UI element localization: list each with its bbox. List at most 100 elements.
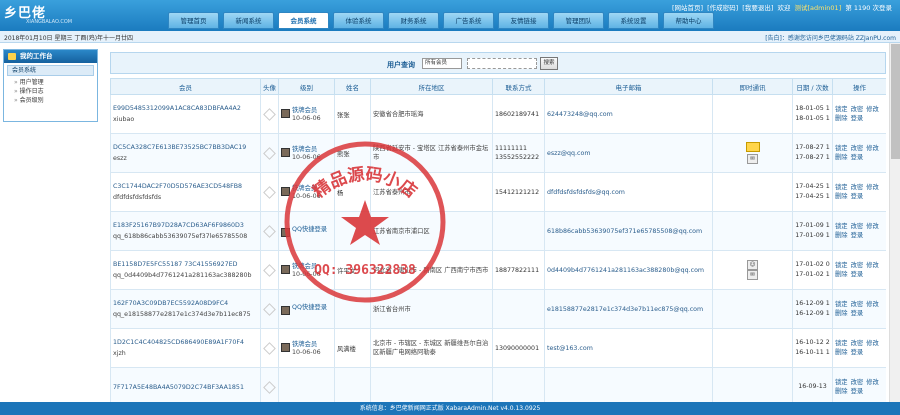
sidebar-item-operation-log[interactable]: 操作日志	[4, 87, 97, 96]
nav-tab-2[interactable]: 会员系统	[278, 12, 329, 29]
realname-cell: 风满楼	[334, 328, 371, 368]
sidebar-item-user-management[interactable]: 用户管理	[4, 78, 97, 87]
region-cell	[370, 367, 493, 402]
op-2[interactable]: 修改	[866, 223, 879, 230]
home-link[interactable]: [网站首页]	[672, 4, 703, 12]
sidebar-group-members[interactable]: 会员系统	[7, 65, 94, 76]
nav-tab-3[interactable]: 体验系统	[333, 12, 384, 29]
email-cell[interactable]: 0d4409b4d7761241a281163ac388280b@qq.com	[544, 250, 713, 290]
op-1[interactable]: 改密	[851, 106, 864, 113]
op-2[interactable]: 修改	[866, 262, 879, 269]
op-3[interactable]: 删除	[835, 193, 848, 200]
op-0[interactable]: 锁定	[835, 340, 848, 347]
op-2[interactable]: 修改	[866, 301, 879, 308]
op-4[interactable]: 登录	[851, 193, 864, 200]
op-0[interactable]: 锁定	[835, 223, 848, 230]
op-1[interactable]: 改密	[851, 223, 864, 230]
avatar-cell	[260, 289, 279, 329]
op-0[interactable]: 锁定	[835, 145, 848, 152]
date-2: 17-04-25	[795, 193, 824, 200]
wangwang-icon[interactable]: ☺	[746, 260, 759, 270]
phone-cell: 15412121212	[492, 172, 545, 212]
nav-tab-7[interactable]: 管理团队	[553, 12, 604, 29]
op-0[interactable]: 锁定	[835, 184, 848, 191]
email-cell[interactable]: eszz@qq.com	[544, 133, 713, 173]
op-2[interactable]: 修改	[866, 145, 879, 152]
nav-tab-1[interactable]: 新闻系统	[223, 12, 274, 29]
op-2[interactable]: 修改	[866, 340, 879, 347]
op-3[interactable]: 删除	[835, 232, 848, 239]
email-cell[interactable]: 624473248@qq.com	[544, 94, 713, 134]
search-button[interactable]: 搜索	[540, 57, 558, 70]
nav-tab-8[interactable]: 系统设置	[608, 12, 659, 29]
member-cell[interactable]: BE1158D7E5FC55187 73C41556927ED qq_0d4409…	[110, 250, 261, 290]
nav-tab-6[interactable]: 友情链接	[498, 12, 549, 29]
email-cell[interactable]: e18158877e2817e1c374d3e7b11ec875@qq.com	[544, 289, 713, 329]
member-id[interactable]: DC5CA328C7E613BE73525BC7BB3DAC19	[113, 142, 258, 153]
member-cell[interactable]: E99D5485312099A1AC8CA83DBFAA4A2 xiubao	[110, 94, 261, 134]
op-4[interactable]: 登录	[851, 271, 864, 278]
op-4[interactable]: 登录	[851, 310, 864, 317]
im-button[interactable]: ✉	[747, 270, 758, 280]
op-1[interactable]: 改密	[851, 184, 864, 191]
op-4[interactable]: 登录	[851, 232, 864, 239]
op-4[interactable]: 登录	[851, 349, 864, 356]
email-cell[interactable]: 618b86cabb53639075ef371e65785508@qq.com	[544, 211, 713, 251]
member-cell[interactable]: E183F25167B97D28A7CD63AF6F9860D3 qq_618b8…	[110, 211, 261, 251]
member-cell[interactable]: 7F717A5E48BA4A5079D2C74BF3AA1851	[110, 367, 261, 402]
email-cell[interactable]	[544, 367, 713, 402]
op-1[interactable]: 改密	[851, 301, 864, 308]
op-3[interactable]: 删除	[835, 154, 848, 161]
op-0[interactable]: 锁定	[835, 106, 848, 113]
member-cell[interactable]: C3C1744DAC2F70D5D576AE3CD548FB8 dfdfdsfds…	[110, 172, 261, 212]
member-id[interactable]: C3C1744DAC2F70D5D576AE3CD548FB8	[113, 181, 258, 192]
email-cell[interactable]: test@163.com	[544, 328, 713, 368]
change-password-link[interactable]: [作成密码]	[707, 4, 738, 12]
op-2[interactable]: 修改	[866, 106, 879, 113]
table-row: DC5CA328C7E613BE73525BC7BB3DAC19 eszz 铁牌会…	[110, 133, 886, 173]
email-cell[interactable]: dfdfdsfdsfdsfds@qq.com	[544, 172, 713, 212]
op-3[interactable]: 删除	[835, 115, 848, 122]
sidebar-item-member-levels[interactable]: 会员级别	[4, 96, 97, 105]
member-table: 会员 头像 级别 姓名 所在地区 联系方式 电子邮箱 即时通讯 日期 / 次数 操作 E99D54…	[110, 78, 886, 402]
op-1[interactable]: 改密	[851, 340, 864, 347]
member-cell[interactable]: 162F70A3C09DB7EC5592A08D9FC4 qq_e18158877…	[110, 289, 261, 329]
level-text: 铁牌会员	[292, 145, 318, 153]
avatar-cell	[260, 250, 279, 290]
scrollbar-thumb[interactable]	[891, 44, 900, 159]
im-button[interactable]: ✉	[747, 154, 758, 164]
notice-link[interactable]: [告白]：感谢您访问乡巴佬源码站 ZZJanPU.com	[765, 33, 896, 42]
op-4[interactable]: 登录	[851, 388, 864, 395]
member-id[interactable]: 162F70A3C09DB7EC5592A08D9FC4	[113, 298, 258, 309]
op-2[interactable]: 修改	[866, 379, 879, 386]
member-id[interactable]: BE1158D7E5FC55187 73C41556927ED	[113, 259, 258, 270]
member-cell[interactable]: 1D2C1C4C404825CD686490E89A1F70F4 xjzh	[110, 328, 261, 368]
op-1[interactable]: 改密	[851, 145, 864, 152]
op-4[interactable]: 登录	[851, 154, 864, 161]
member-id[interactable]: 7F717A5E48BA4A5079D2C74BF3AA1851	[113, 382, 258, 393]
nav-tab-9[interactable]: 帮助中心	[663, 12, 714, 29]
op-3[interactable]: 删除	[835, 271, 848, 278]
op-0[interactable]: 锁定	[835, 301, 848, 308]
op-3[interactable]: 删除	[835, 310, 848, 317]
op-3[interactable]: 删除	[835, 388, 848, 395]
nav-tab-4[interactable]: 财务系统	[388, 12, 439, 29]
member-cell[interactable]: DC5CA328C7E613BE73525BC7BB3DAC19 eszz	[110, 133, 261, 173]
op-4[interactable]: 登录	[851, 115, 864, 122]
logout-link[interactable]: [我要退出]	[742, 4, 773, 12]
op-1[interactable]: 改密	[851, 379, 864, 386]
member-id[interactable]: E99D5485312099A1AC8CA83DBFAA4A2	[113, 103, 258, 114]
op-2[interactable]: 修改	[866, 184, 879, 191]
op-0[interactable]: 锁定	[835, 262, 848, 269]
nav-tab-5[interactable]: 广告系统	[443, 12, 494, 29]
member-type-select[interactable]: 所有会员	[422, 58, 462, 69]
member-id[interactable]: 1D2C1C4C404825CD686490E89A1F70F4	[113, 337, 258, 348]
nav-tab-0[interactable]: 管理首页	[168, 12, 219, 29]
search-input[interactable]	[467, 58, 537, 69]
op-3[interactable]: 删除	[835, 349, 848, 356]
op-1[interactable]: 改密	[851, 262, 864, 269]
op-0[interactable]: 锁定	[835, 379, 848, 386]
member-id[interactable]: E183F25167B97D28A7CD63AF6F9860D3	[113, 220, 258, 231]
scrollbar[interactable]	[889, 43, 900, 402]
qq-chat-icon[interactable]	[745, 142, 760, 152]
